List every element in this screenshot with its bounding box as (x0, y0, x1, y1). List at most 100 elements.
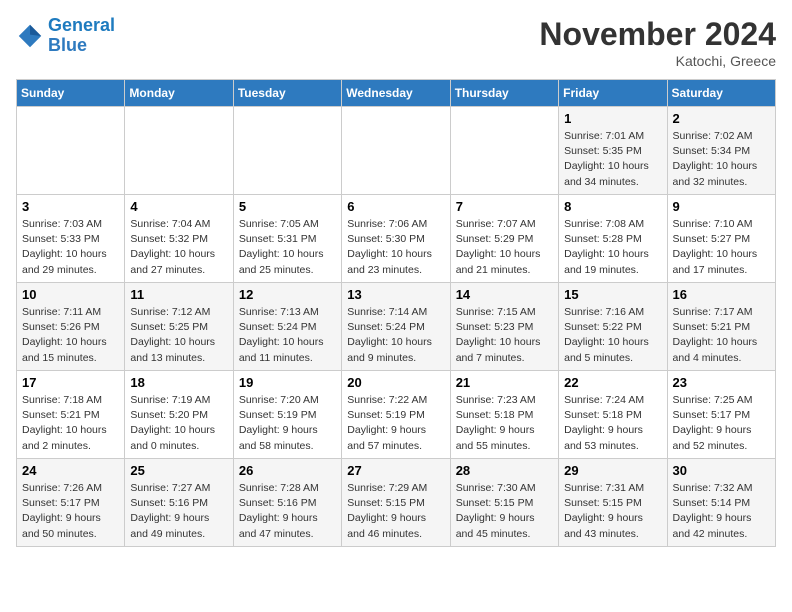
day-number: 30 (673, 463, 770, 478)
day-number: 10 (22, 287, 119, 302)
calendar-week-row: 17Sunrise: 7:18 AMSunset: 5:21 PMDayligh… (17, 371, 776, 459)
day-number: 13 (347, 287, 444, 302)
day-number: 15 (564, 287, 661, 302)
calendar-cell (17, 107, 125, 195)
logo-icon (16, 22, 44, 50)
day-number: 6 (347, 199, 444, 214)
day-info: Sunrise: 7:24 AMSunset: 5:18 PMDaylight:… (564, 393, 661, 454)
calendar-cell: 3 Sunrise: 7:03 AMSunset: 5:33 PMDaylight… (17, 195, 125, 283)
calendar-cell (125, 107, 233, 195)
calendar-cell (233, 107, 341, 195)
day-number: 4 (130, 199, 227, 214)
day-info: Sunrise: 7:25 AMSunset: 5:17 PMDaylight:… (673, 393, 770, 454)
day-info: Sunrise: 7:02 AMSunset: 5:34 PMDaylight:… (673, 129, 770, 190)
day-info: Sunrise: 7:28 AMSunset: 5:16 PMDaylight:… (239, 481, 336, 542)
day-info: Sunrise: 7:27 AMSunset: 5:16 PMDaylight:… (130, 481, 227, 542)
day-number: 3 (22, 199, 119, 214)
calendar-cell: 24Sunrise: 7:26 AMSunset: 5:17 PMDayligh… (17, 459, 125, 547)
day-info: Sunrise: 7:19 AMSunset: 5:20 PMDaylight:… (130, 393, 227, 454)
calendar-cell: 16 Sunrise: 7:17 AMSunset: 5:21 PMDayligh… (667, 283, 775, 371)
day-info: Sunrise: 7:17 AMSunset: 5:21 PMDaylight:… (673, 305, 770, 366)
day-info: Sunrise: 7:18 AMSunset: 5:21 PMDaylight:… (22, 393, 119, 454)
calendar-cell (342, 107, 450, 195)
calendar-cell: 27 Sunrise: 7:29 AMSunset: 5:15 PMDayligh… (342, 459, 450, 547)
day-info: Sunrise: 7:30 AMSunset: 5:15 PMDaylight:… (456, 481, 553, 542)
calendar-cell: 7 Sunrise: 7:07 AMSunset: 5:29 PMDaylight… (450, 195, 558, 283)
month-title: November 2024 (539, 16, 776, 53)
calendar-cell: 11 Sunrise: 7:12 AMSunset: 5:25 PMDayligh… (125, 283, 233, 371)
day-number: 25 (130, 463, 227, 478)
day-info: Sunrise: 7:13 AMSunset: 5:24 PMDaylight:… (239, 305, 336, 366)
day-number: 22 (564, 375, 661, 390)
weekday-header: Friday (559, 80, 667, 107)
day-info: Sunrise: 7:01 AMSunset: 5:35 PMDaylight:… (564, 129, 661, 190)
day-info: Sunrise: 7:04 AMSunset: 5:32 PMDaylight:… (130, 217, 227, 278)
calendar-cell: 2 Sunrise: 7:02 AMSunset: 5:34 PMDaylight… (667, 107, 775, 195)
weekday-header: Thursday (450, 80, 558, 107)
day-info: Sunrise: 7:31 AMSunset: 5:15 PMDaylight:… (564, 481, 661, 542)
calendar-cell: 17Sunrise: 7:18 AMSunset: 5:21 PMDayligh… (17, 371, 125, 459)
calendar-cell: 28 Sunrise: 7:30 AMSunset: 5:15 PMDayligh… (450, 459, 558, 547)
day-info: Sunrise: 7:12 AMSunset: 5:25 PMDaylight:… (130, 305, 227, 366)
day-number: 12 (239, 287, 336, 302)
calendar-cell: 29 Sunrise: 7:31 AMSunset: 5:15 PMDayligh… (559, 459, 667, 547)
weekday-header: Sunday (17, 80, 125, 107)
calendar-cell: 20Sunrise: 7:22 AMSunset: 5:19 PMDayligh… (342, 371, 450, 459)
calendar-cell: 5Sunrise: 7:05 AMSunset: 5:31 PMDaylight… (233, 195, 341, 283)
day-number: 19 (239, 375, 336, 390)
page-header: General Blue November 2024 Katochi, Gree… (16, 16, 776, 69)
day-info: Sunrise: 7:20 AMSunset: 5:19 PMDaylight:… (239, 393, 336, 454)
calendar-cell: 6 Sunrise: 7:06 AMSunset: 5:30 PMDaylight… (342, 195, 450, 283)
day-number: 8 (564, 199, 661, 214)
title-block: November 2024 Katochi, Greece (539, 16, 776, 69)
day-number: 16 (673, 287, 770, 302)
calendar-cell: 4 Sunrise: 7:04 AMSunset: 5:32 PMDaylight… (125, 195, 233, 283)
day-number: 14 (456, 287, 553, 302)
day-info: Sunrise: 7:32 AMSunset: 5:14 PMDaylight:… (673, 481, 770, 542)
calendar-cell: 15 Sunrise: 7:16 AMSunset: 5:22 PMDayligh… (559, 283, 667, 371)
calendar-cell: 10Sunrise: 7:11 AMSunset: 5:26 PMDayligh… (17, 283, 125, 371)
day-info: Sunrise: 7:16 AMSunset: 5:22 PMDaylight:… (564, 305, 661, 366)
day-info: Sunrise: 7:23 AMSunset: 5:18 PMDaylight:… (456, 393, 553, 454)
day-info: Sunrise: 7:14 AMSunset: 5:24 PMDaylight:… (347, 305, 444, 366)
day-number: 23 (673, 375, 770, 390)
logo: General Blue (16, 16, 115, 56)
day-number: 29 (564, 463, 661, 478)
weekday-header: Saturday (667, 80, 775, 107)
calendar-cell (450, 107, 558, 195)
calendar-cell: 23 Sunrise: 7:25 AMSunset: 5:17 PMDayligh… (667, 371, 775, 459)
calendar-cell: 26 Sunrise: 7:28 AMSunset: 5:16 PMDayligh… (233, 459, 341, 547)
day-number: 27 (347, 463, 444, 478)
calendar-cell: 9 Sunrise: 7:10 AMSunset: 5:27 PMDaylight… (667, 195, 775, 283)
calendar-table: SundayMondayTuesdayWednesdayThursdayFrid… (16, 79, 776, 547)
day-number: 7 (456, 199, 553, 214)
day-info: Sunrise: 7:07 AMSunset: 5:29 PMDaylight:… (456, 217, 553, 278)
calendar-cell: 1Sunrise: 7:01 AMSunset: 5:35 PMDaylight… (559, 107, 667, 195)
logo-text: General Blue (48, 16, 115, 56)
day-info: Sunrise: 7:03 AMSunset: 5:33 PMDaylight:… (22, 217, 119, 278)
day-info: Sunrise: 7:22 AMSunset: 5:19 PMDaylight:… (347, 393, 444, 454)
day-number: 24 (22, 463, 119, 478)
day-info: Sunrise: 7:06 AMSunset: 5:30 PMDaylight:… (347, 217, 444, 278)
calendar-cell: 14 Sunrise: 7:15 AMSunset: 5:23 PMDayligh… (450, 283, 558, 371)
weekday-header: Monday (125, 80, 233, 107)
day-number: 2 (673, 111, 770, 126)
day-info: Sunrise: 7:10 AMSunset: 5:27 PMDaylight:… (673, 217, 770, 278)
calendar-week-row: 10Sunrise: 7:11 AMSunset: 5:26 PMDayligh… (17, 283, 776, 371)
day-number: 9 (673, 199, 770, 214)
calendar-week-row: 1Sunrise: 7:01 AMSunset: 5:35 PMDaylight… (17, 107, 776, 195)
calendar-cell: 21 Sunrise: 7:23 AMSunset: 5:18 PMDayligh… (450, 371, 558, 459)
day-number: 11 (130, 287, 227, 302)
day-number: 28 (456, 463, 553, 478)
day-info: Sunrise: 7:05 AMSunset: 5:31 PMDaylight:… (239, 217, 336, 278)
day-number: 26 (239, 463, 336, 478)
day-info: Sunrise: 7:15 AMSunset: 5:23 PMDaylight:… (456, 305, 553, 366)
day-number: 21 (456, 375, 553, 390)
calendar-cell: 30 Sunrise: 7:32 AMSunset: 5:14 PMDayligh… (667, 459, 775, 547)
day-number: 18 (130, 375, 227, 390)
weekday-header-row: SundayMondayTuesdayWednesdayThursdayFrid… (17, 80, 776, 107)
calendar-week-row: 3 Sunrise: 7:03 AMSunset: 5:33 PMDaylight… (17, 195, 776, 283)
day-info: Sunrise: 7:29 AMSunset: 5:15 PMDaylight:… (347, 481, 444, 542)
calendar-cell: 12 Sunrise: 7:13 AMSunset: 5:24 PMDayligh… (233, 283, 341, 371)
calendar-cell: 8Sunrise: 7:08 AMSunset: 5:28 PMDaylight… (559, 195, 667, 283)
